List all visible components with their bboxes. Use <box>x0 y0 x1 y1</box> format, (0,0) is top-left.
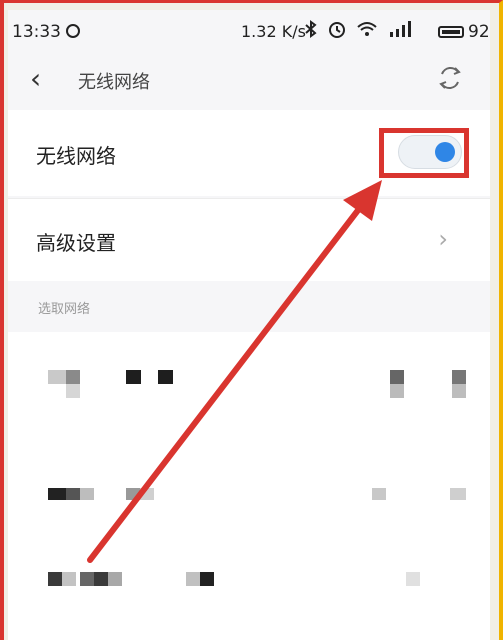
annotation-arrow <box>87 180 382 563</box>
